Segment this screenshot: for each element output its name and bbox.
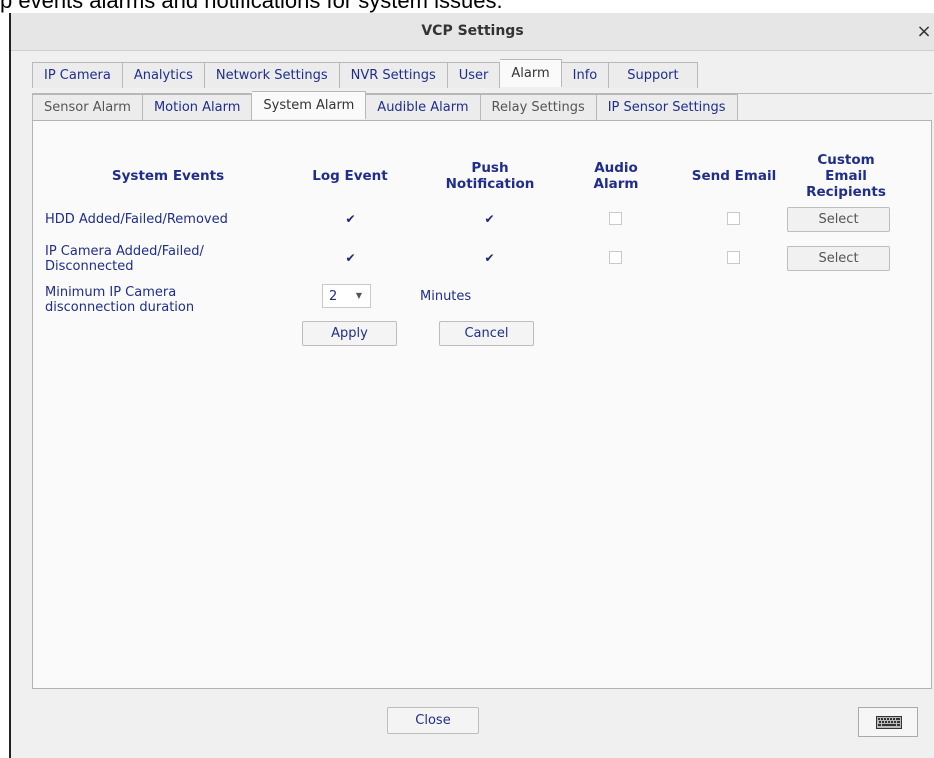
tab-user[interactable]: User: [447, 62, 501, 88]
close-icon[interactable]: ×: [916, 13, 932, 50]
tab-ip-sensor-settings[interactable]: IP Sensor Settings: [596, 94, 738, 120]
checkbox-ipcam-log[interactable]: ✔: [344, 251, 357, 264]
duration-unit: Minutes: [420, 289, 472, 304]
duration-label: Minimum IP Camera disconnection duration: [45, 285, 195, 315]
system-alarm-panel: System Events Log Event Push Notificatio…: [32, 120, 932, 689]
keyboard-icon: [876, 716, 902, 729]
checkbox-ipcam-audio[interactable]: [609, 251, 622, 264]
tab-motion-alarm[interactable]: Motion Alarm: [142, 94, 253, 120]
cancel-button[interactable]: Cancel: [439, 321, 534, 346]
tab-relay-settings[interactable]: Relay Settings: [480, 94, 597, 120]
tab-nvr-settings[interactable]: NVR Settings: [339, 62, 448, 88]
checkbox-hdd-log[interactable]: ✔: [344, 212, 357, 225]
checkbox-hdd-email[interactable]: [727, 212, 740, 225]
title-bar: VCP Settings ×: [11, 13, 934, 51]
checkbox-ipcam-push[interactable]: ✔: [483, 251, 496, 264]
header-system-events: System Events: [111, 168, 225, 184]
tab-network-settings[interactable]: Network Settings: [204, 62, 340, 88]
tab-ip-camera[interactable]: IP Camera: [32, 62, 123, 88]
checkbox-ipcam-email[interactable]: [727, 251, 740, 264]
checkbox-hdd-audio[interactable]: [609, 212, 622, 225]
tab-analytics[interactable]: Analytics: [122, 62, 205, 88]
tab-alarm[interactable]: Alarm: [500, 59, 562, 87]
select-button-hdd[interactable]: Select: [787, 207, 890, 232]
header-audio-alarm: Audio Alarm: [593, 160, 639, 192]
tab-audible-alarm[interactable]: Audible Alarm: [366, 94, 481, 120]
tab-info[interactable]: Info: [561, 62, 610, 88]
checkbox-hdd-push[interactable]: ✔: [483, 212, 496, 225]
sub-tab-bar: Sensor Alarm Motion Alarm System Alarm A…: [32, 91, 738, 120]
tab-system-alarm[interactable]: System Alarm: [252, 91, 367, 119]
header-custom-email-recipients: Custom Email Recipients: [806, 152, 886, 200]
close-button[interactable]: Close: [387, 707, 479, 734]
select-button-ip-camera[interactable]: Select: [787, 246, 890, 271]
main-tab-bar: IP Camera Analytics Network Settings NVR…: [32, 59, 698, 88]
header-push-notification: Push Notification: [445, 160, 535, 192]
header-log-event: Log Event: [312, 168, 388, 184]
duration-value: 2: [329, 289, 338, 304]
row-label-hdd: HDD Added/Failed/Removed: [45, 212, 228, 227]
tab-sensor-alarm[interactable]: Sensor Alarm: [32, 94, 143, 120]
window-title: VCP Settings: [421, 23, 524, 39]
apply-button[interactable]: Apply: [302, 321, 397, 346]
row-label-ip-camera: IP Camera Added/Failed/ Disconnected: [45, 244, 204, 274]
header-send-email: Send Email: [691, 168, 777, 184]
tab-support[interactable]: Support: [609, 62, 698, 88]
chevron-down-icon: ▼: [355, 291, 362, 300]
duration-dropdown[interactable]: 2 ▼: [322, 284, 371, 308]
keyboard-button[interactable]: [858, 707, 918, 737]
settings-dialog: VCP Settings × IP Camera Analytics Netwo…: [9, 13, 934, 758]
